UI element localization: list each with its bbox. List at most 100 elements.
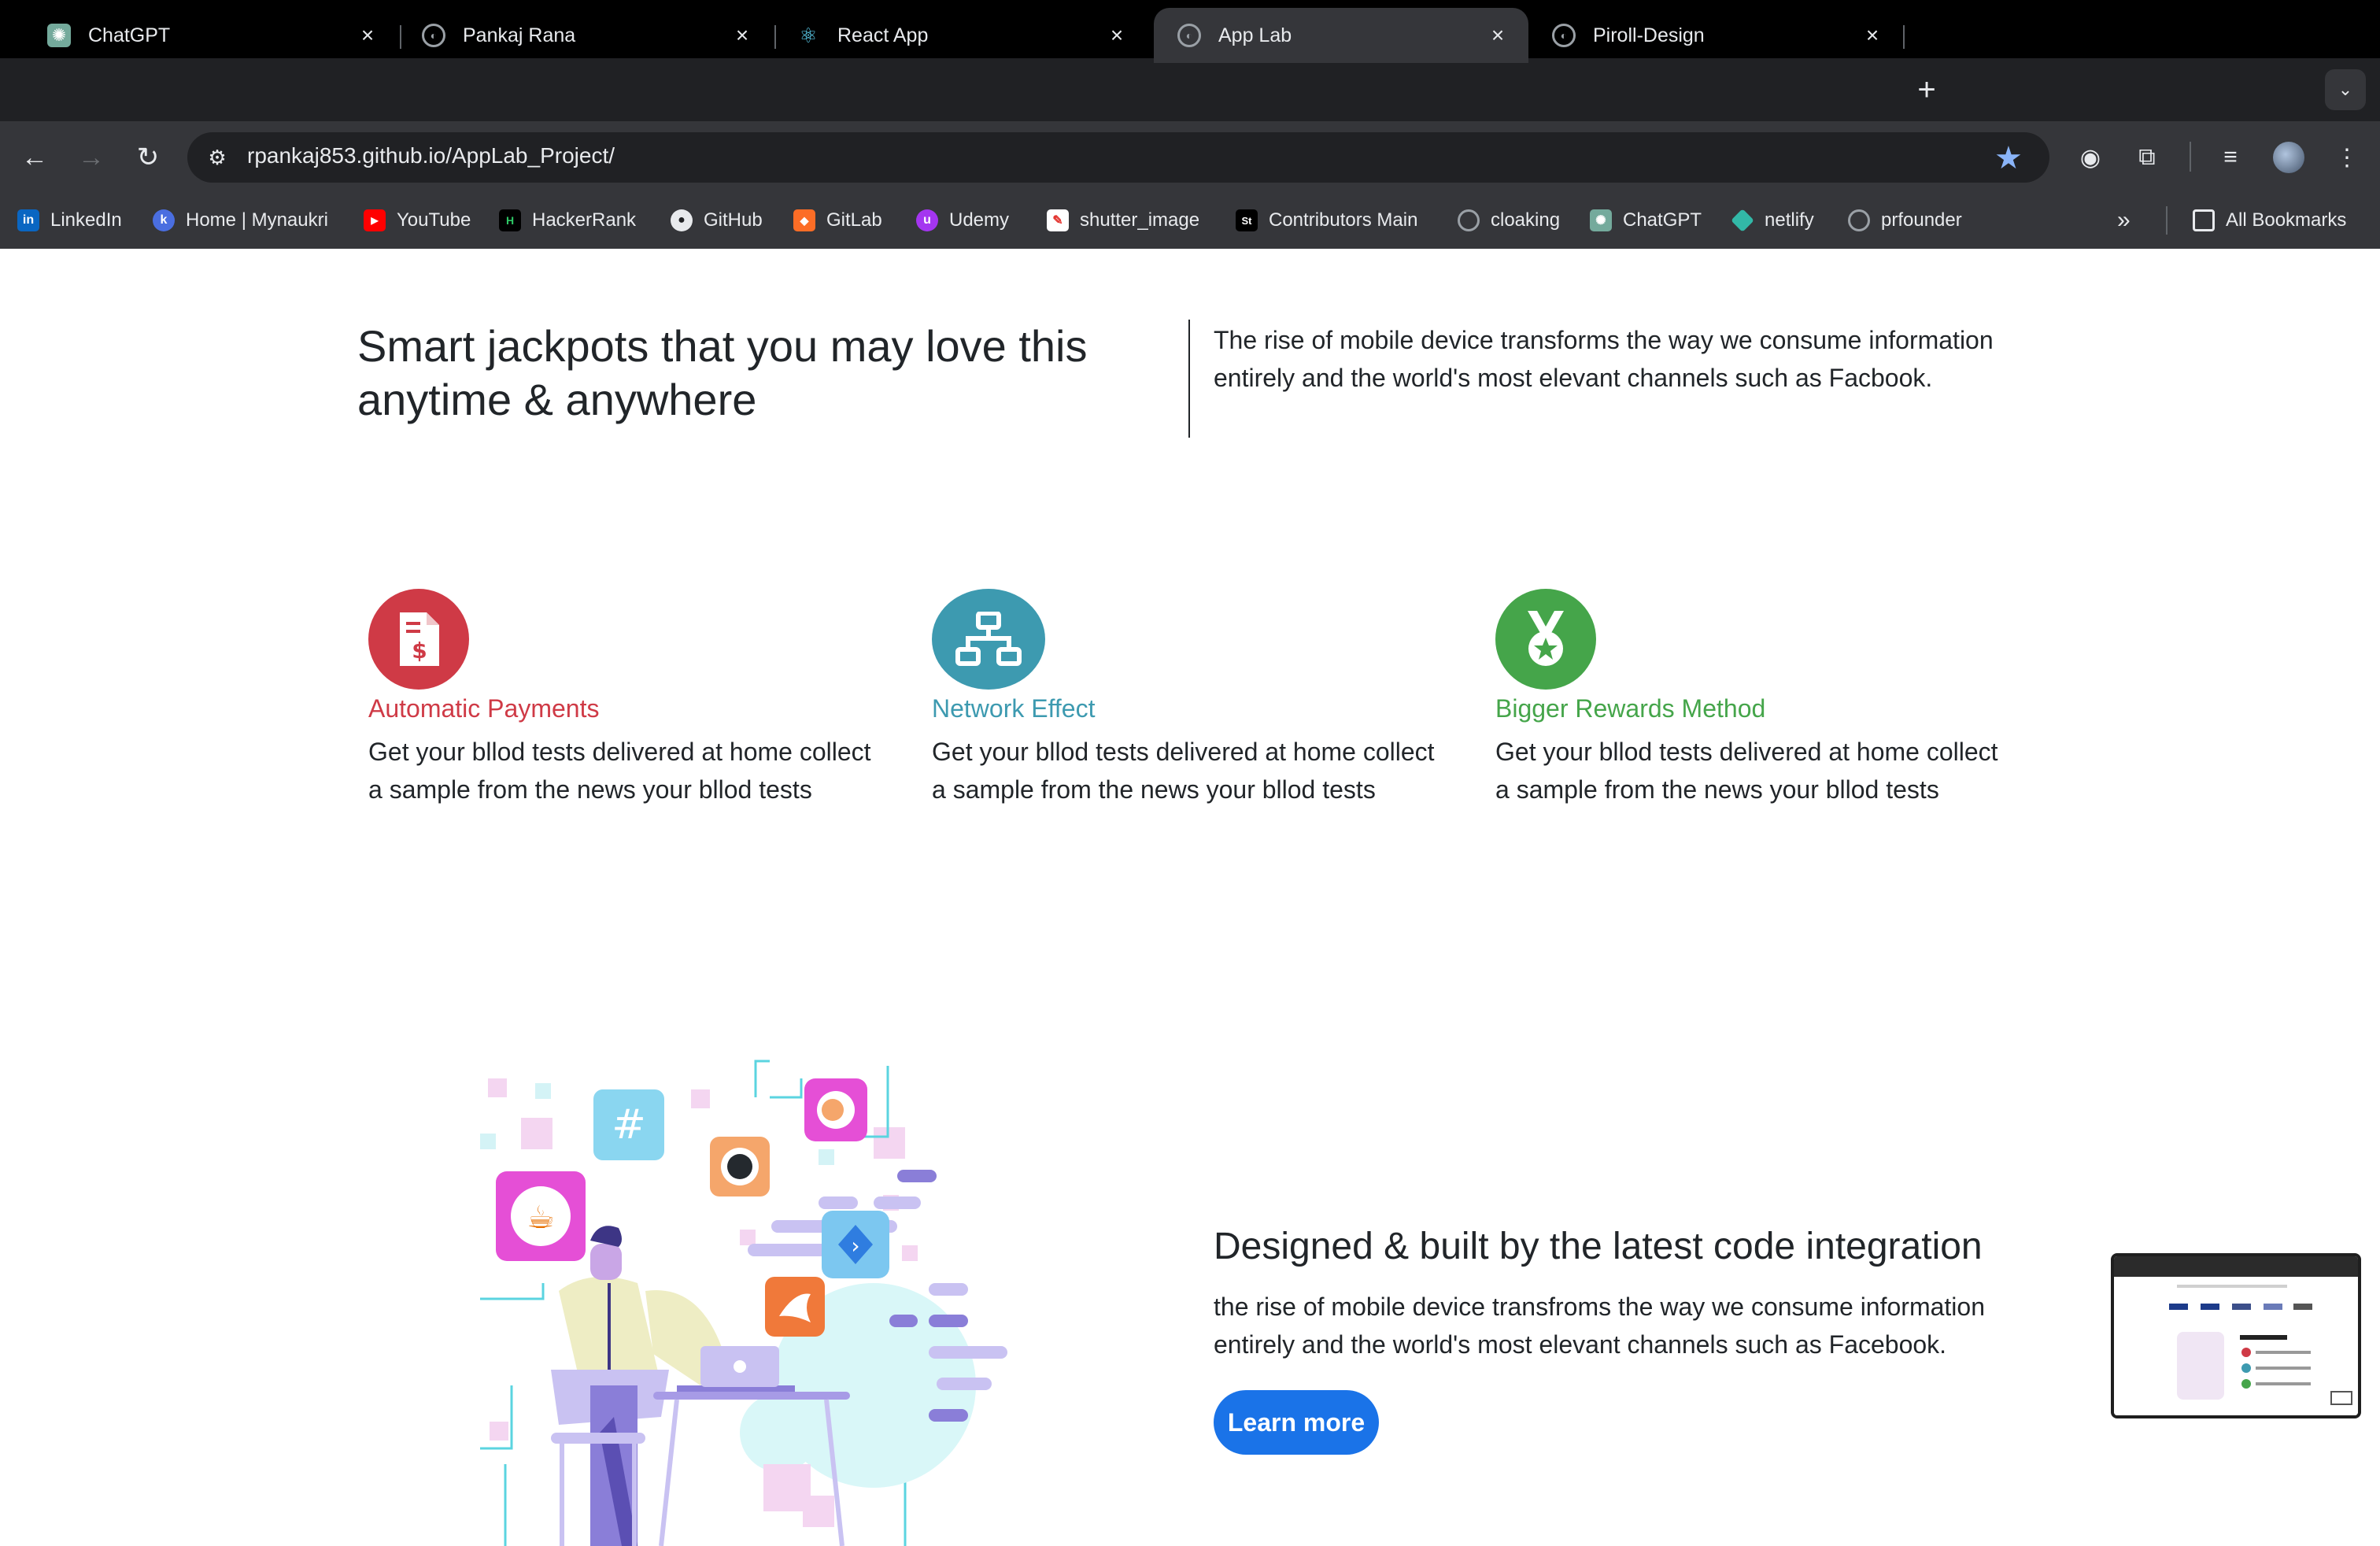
- globe-icon: ◐: [422, 24, 445, 47]
- feature-title: Automatic Payments: [368, 694, 600, 723]
- url-text[interactable]: rpankaj853.github.io/AppLab_Project/: [247, 143, 615, 168]
- bookmark-chatgpt[interactable]: ✺ ChatGPT: [1590, 203, 1702, 238]
- close-tab-icon[interactable]: ×: [1861, 23, 1884, 47]
- learn-more-button[interactable]: Learn more: [1214, 1390, 1379, 1455]
- react-icon: ⚛: [799, 23, 818, 47]
- media-queue-icon[interactable]: ≡: [2212, 139, 2249, 176]
- feature-description: Get your bllod tests delivered at home c…: [932, 738, 1435, 804]
- globe-icon: ◐: [1177, 24, 1201, 47]
- bookmark-udemy[interactable]: u Udemy: [916, 203, 1009, 238]
- developer-illustration: # ☕ ›: [480, 1060, 1007, 1546]
- svg-text:#: #: [612, 1101, 646, 1148]
- svg-text:☕: ☕: [527, 1200, 555, 1236]
- chatgpt-icon: ✺: [1590, 209, 1612, 231]
- feature-description: Get your bllod tests delivered at home c…: [1495, 738, 1998, 804]
- close-tab-icon[interactable]: ×: [730, 23, 754, 47]
- bookmark-label: LinkedIn: [50, 209, 122, 231]
- globe-icon: [1458, 209, 1480, 231]
- feature-bigger-rewards: Bigger Rewards Method Get your bllod tes…: [1495, 589, 1999, 808]
- tab-react-app[interactable]: ⚛ React App ×: [773, 8, 1148, 63]
- profile-avatar[interactable]: [2273, 142, 2304, 173]
- tab-title: React App: [837, 24, 929, 46]
- feature-title: Network Effect: [932, 694, 1096, 723]
- mynaukri-icon: k: [153, 209, 175, 231]
- hero-divider: [1188, 320, 1190, 438]
- close-tab-icon[interactable]: ×: [1486, 23, 1510, 47]
- close-tab-icon[interactable]: ×: [1105, 23, 1129, 47]
- bookmark-label: cloaking: [1491, 209, 1561, 231]
- tab-strip: [0, 58, 2380, 121]
- bookmark-linkedin[interactable]: in LinkedIn: [17, 203, 122, 238]
- bookmark-label: GitLab: [826, 209, 882, 231]
- forward-arrow-icon[interactable]: →: [72, 139, 110, 176]
- network-icon: [932, 589, 1045, 690]
- bookmark-label: shutter_image: [1080, 209, 1200, 231]
- hackerrank-icon: H: [499, 209, 521, 231]
- tab-title: Piroll-Design: [1593, 24, 1705, 46]
- bookmark-label: ChatGPT: [1623, 209, 1702, 231]
- tab-piroll-design[interactable]: ◐ Piroll-Design ×: [1528, 8, 1903, 63]
- all-bookmarks-label: All Bookmarks: [2226, 209, 2347, 231]
- site-settings-icon[interactable]: ⚙: [201, 142, 233, 173]
- gitlab-icon: ◆: [793, 209, 815, 231]
- tab-app-lab[interactable]: ◐ App Lab ×: [1154, 8, 1528, 63]
- feature-automatic-payments: $ Automatic Payments Get your bllod test…: [368, 589, 872, 808]
- hero-description: The rise of mobile device transforms the…: [1214, 326, 1994, 392]
- bookmark-prfounder[interactable]: prfounder: [1848, 203, 1962, 238]
- bookmark-label: YouTube: [397, 209, 471, 231]
- feature-title: Bigger Rewards Method: [1495, 694, 1766, 723]
- chatgpt-icon: ✺: [47, 24, 71, 47]
- new-tab-button[interactable]: +: [1909, 72, 1944, 107]
- back-arrow-icon[interactable]: ←: [16, 139, 54, 176]
- menu-kebab-icon[interactable]: ⋮: [2328, 139, 2366, 176]
- contributors-icon: St: [1236, 209, 1258, 231]
- bookmark-label: netlify: [1765, 209, 1814, 231]
- cta-title: Designed & built by the latest code inte…: [1214, 1226, 1983, 1267]
- bookmark-github[interactable]: ● GitHub: [671, 203, 763, 238]
- bookmark-youtube[interactable]: ▶ YouTube: [364, 203, 471, 238]
- github-icon: ●: [671, 209, 693, 231]
- tab-title: ChatGPT: [88, 24, 171, 46]
- svg-text:›: ›: [851, 1233, 859, 1259]
- bookmark-contributors-main[interactable]: St Contributors Main: [1236, 203, 1417, 238]
- tab-title: Pankaj Rana: [463, 24, 576, 46]
- bookmark-hackerrank[interactable]: H HackerRank: [499, 203, 636, 238]
- bookmarks-overflow-chevron-icon[interactable]: »: [2117, 203, 2131, 238]
- invoice-dollar-icon: $: [368, 589, 469, 690]
- bookmark-shutter-image[interactable]: ✎ shutter_image: [1047, 203, 1199, 238]
- feature-description: Get your bllod tests delivered at home c…: [368, 738, 871, 804]
- tab-separator: [1903, 25, 1905, 49]
- close-tab-icon[interactable]: ×: [356, 23, 379, 47]
- all-bookmarks-button[interactable]: All Bookmarks: [2193, 203, 2346, 238]
- bookmark-label: Home | Mynaukri: [186, 209, 328, 231]
- svg-text:$: $: [412, 638, 427, 664]
- extension-g-icon[interactable]: ◉: [2071, 139, 2109, 176]
- tab-chatgpt[interactable]: ✺ ChatGPT ×: [24, 8, 398, 63]
- bookmarks-separator: [2166, 206, 2168, 235]
- bookmark-label: Contributors Main: [1269, 209, 1418, 231]
- bookmark-label: GitHub: [704, 209, 763, 231]
- hero-title: Smart jackpots that you may love this an…: [357, 321, 1088, 424]
- bookmark-gitlab[interactable]: ◆ GitLab: [793, 203, 882, 238]
- bookmark-label: Udemy: [949, 209, 1010, 231]
- tab-title: App Lab: [1218, 24, 1292, 46]
- reload-icon[interactable]: ↻: [129, 139, 167, 176]
- feature-network-effect: Network Effect Get your bllod tests deli…: [932, 589, 1436, 808]
- toolbar-separator: [2190, 142, 2191, 172]
- shutter-icon: ✎: [1047, 209, 1069, 231]
- bookmark-mynaukri[interactable]: k Home | Mynaukri: [153, 203, 328, 238]
- tab-search-button[interactable]: ⌄: [2325, 69, 2366, 110]
- bookmark-netlify[interactable]: netlify: [1731, 203, 1814, 238]
- tab-pankaj-rana[interactable]: ◐ Pankaj Rana ×: [398, 8, 773, 63]
- cta-description: the rise of mobile device transfroms the…: [1214, 1293, 1985, 1359]
- extensions-puzzle-icon[interactable]: ⧉: [2128, 139, 2166, 176]
- netlify-icon: [1731, 209, 1754, 232]
- folder-icon: [2193, 209, 2215, 231]
- linkedin-icon: in: [17, 209, 39, 231]
- globe-icon: ◐: [1552, 24, 1576, 47]
- bookmark-cloaking[interactable]: cloaking: [1458, 203, 1560, 238]
- bookmark-label: prfounder: [1881, 209, 1962, 231]
- bookmark-star-icon[interactable]: ★: [1994, 140, 2023, 176]
- globe-icon: [1848, 209, 1870, 231]
- picture-in-picture-preview[interactable]: [2111, 1253, 2361, 1418]
